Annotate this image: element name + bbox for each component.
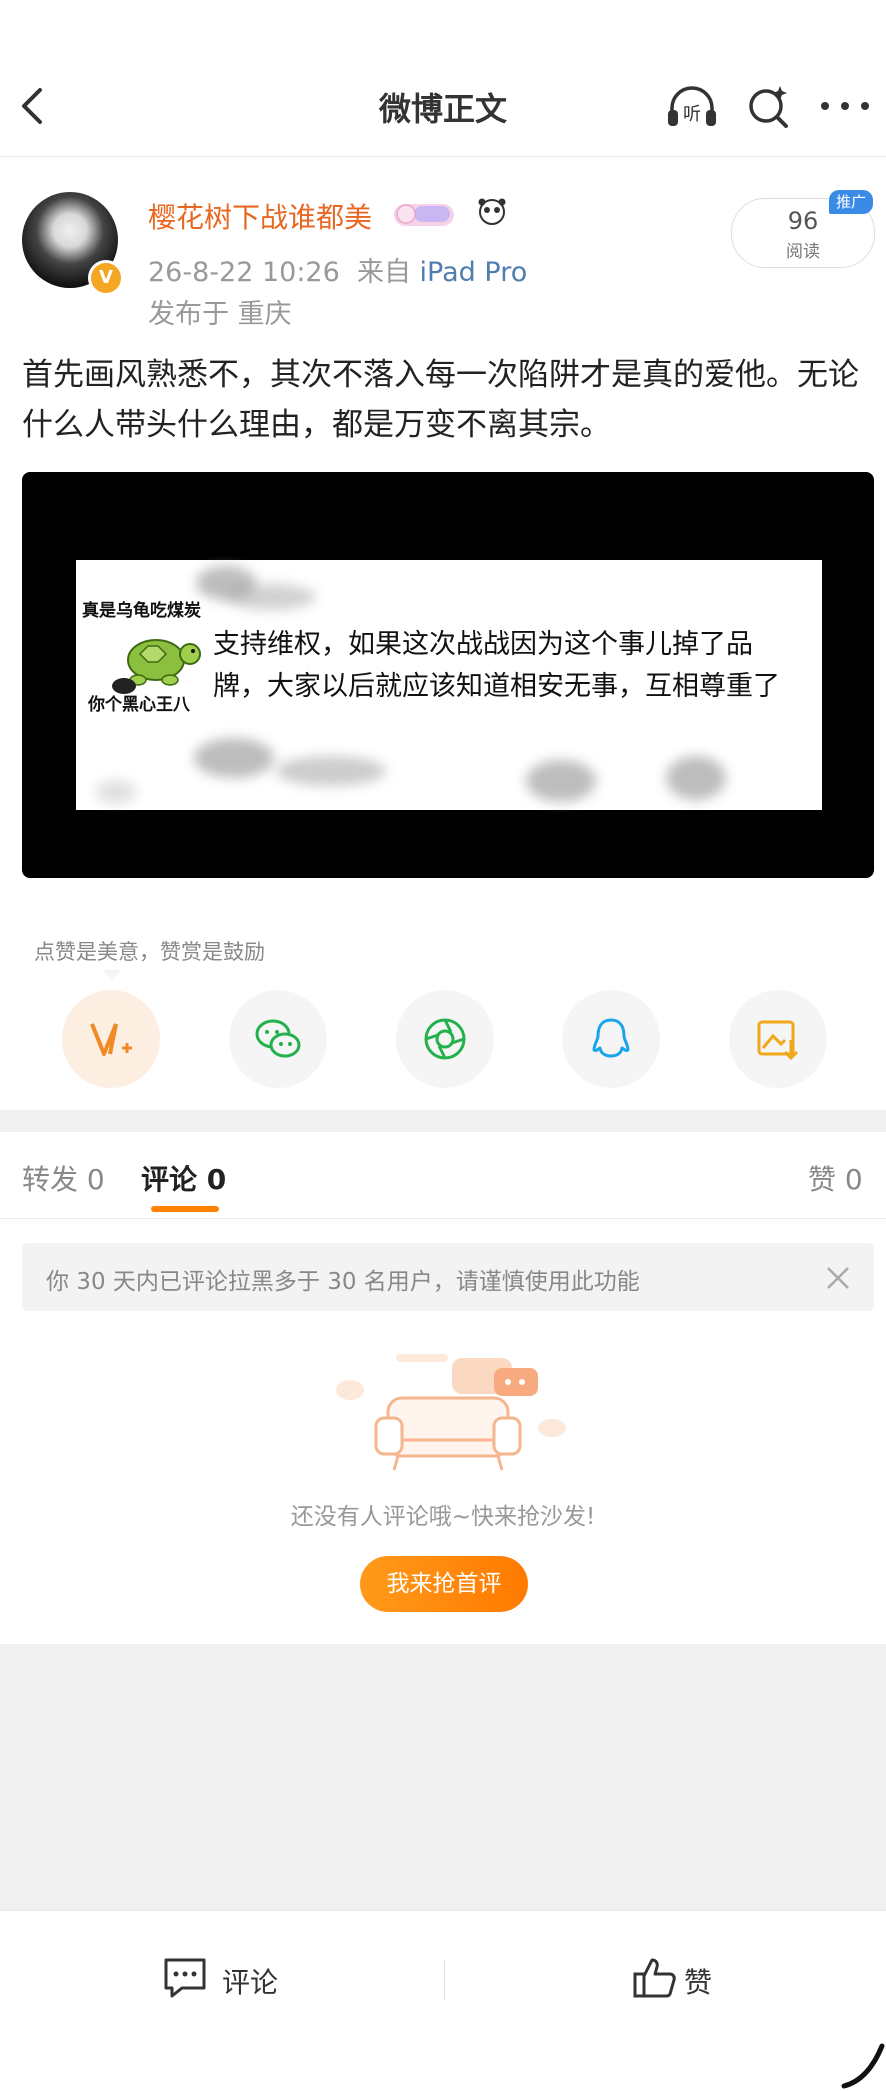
listen-headphones-icon[interactable]: 听 <box>664 82 720 130</box>
close-icon[interactable] <box>824 1264 852 1292</box>
post-source[interactable]: iPad Pro <box>420 257 528 288</box>
like-button-label[interactable]: 赞 <box>684 1961 712 2001</box>
tab-comments[interactable]: 评论 0 <box>141 1158 226 1198</box>
post-location: 发布于 重庆 <box>148 299 292 330</box>
svg-text:听: 听 <box>683 104 701 125</box>
tab-likes[interactable]: 赞 0 <box>808 1158 863 1198</box>
bottom-action-bar <box>0 1910 886 2091</box>
quoted-comment: 支持维权，如果这次战战因为这个事儿掉了品牌，大家以后就应该知道相安无事，互相尊重… <box>213 629 780 702</box>
fan-badge-icon <box>394 198 506 226</box>
refresh-search-icon[interactable] <box>744 82 792 130</box>
hint-caret <box>102 970 122 980</box>
first-comment-button[interactable]: 我来抢首评 <box>360 1556 528 1612</box>
reward-v-icon <box>90 1023 132 1056</box>
source-prefix: 来自 <box>356 257 411 288</box>
wechat-icon <box>255 1019 301 1058</box>
active-tab-indicator <box>151 1206 219 1212</box>
thumbs-up-icon[interactable] <box>632 1954 678 2000</box>
post-meta: 26-8-22 10:26 来自 iPad Pro <box>148 250 527 289</box>
share-moments-button[interactable] <box>396 990 494 1088</box>
section-separator <box>0 1110 886 1132</box>
comment-icon[interactable] <box>162 1956 208 2000</box>
top-bar <box>0 0 886 157</box>
bottom-bar-divider <box>444 1960 445 2000</box>
post-text: 首先画风熟悉不，其次不落入每一次陷阱才是真的爱他。无论什么人带头什么理由，都是万… <box>22 357 859 443</box>
read-label: 阅读 <box>786 242 820 262</box>
reward-button[interactable] <box>62 990 160 1088</box>
notice-text: 你 30 天内已评论拉黑多于 30 名用户，请谨慎使用此功能 <box>46 1269 640 1295</box>
empty-comments-text: 还没有人评论哦~快来抢沙发! <box>290 1504 596 1530</box>
author-name[interactable]: 樱花树下战谁都美 <box>148 196 372 236</box>
post-timestamp: 26-8-22 10:26 <box>148 257 340 288</box>
tabs-divider <box>0 1218 886 1219</box>
qq-icon <box>592 1018 630 1058</box>
sticker-caption-bottom: 你个黑心王八 <box>88 695 190 715</box>
sticker-caption-top: 真是乌龟吃煤炭 <box>82 601 201 621</box>
comment-button-label[interactable]: 评论 <box>222 1961 278 2001</box>
window-resize-corner-icon <box>841 2043 885 2089</box>
empty-gray-area <box>0 1644 886 1910</box>
verified-badge: V <box>88 260 124 296</box>
reward-hint: 点赞是美意，赞赏是鼓励 <box>34 940 265 964</box>
save-image-icon <box>757 1020 799 1061</box>
save-image-button[interactable] <box>729 990 827 1088</box>
share-wechat-button[interactable] <box>229 990 327 1088</box>
more-dots-icon[interactable] <box>818 96 872 116</box>
tab-repost[interactable]: 转发 0 <box>22 1158 105 1198</box>
moments-icon <box>424 1018 466 1060</box>
sofa-illustration-icon <box>336 1354 566 1471</box>
turtle-sticker-icon <box>112 639 201 694</box>
promo-tag: 推广 <box>829 190 873 214</box>
share-qq-button[interactable] <box>562 990 660 1088</box>
